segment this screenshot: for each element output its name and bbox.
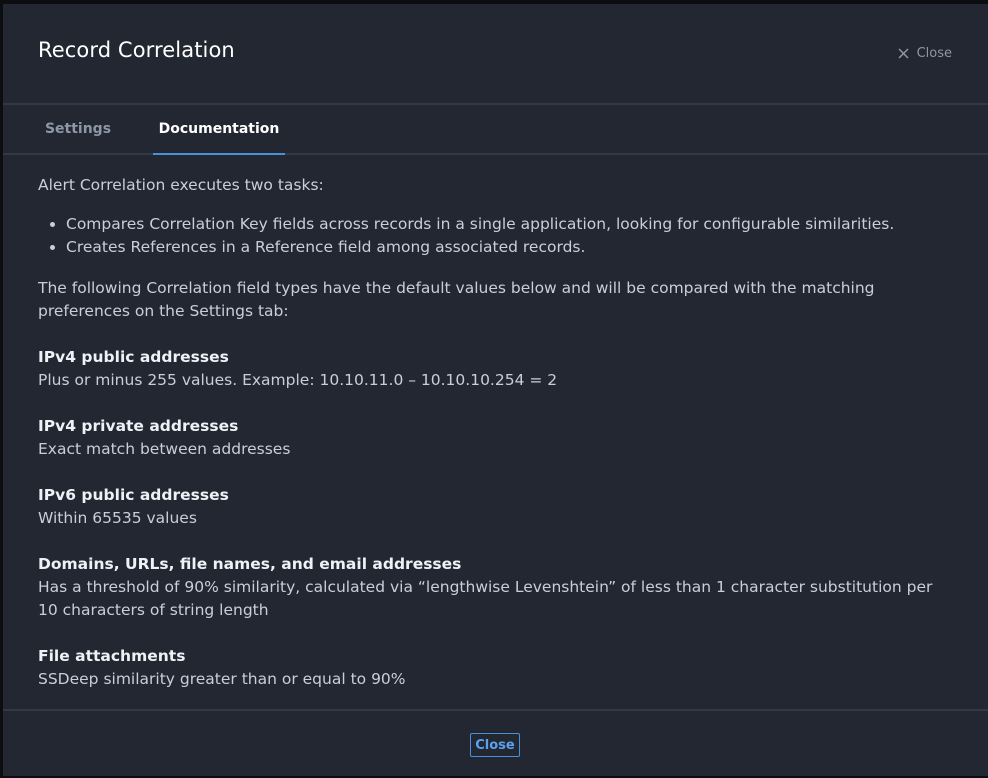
section-ipv4-private: IPv4 private addresses Exact match betwe…: [38, 415, 948, 461]
header-close-label: Close: [916, 46, 952, 61]
section-title: IPv4 public addresses: [38, 348, 229, 366]
section-text: Has a threshold of 90% similarity, calcu…: [38, 578, 933, 619]
section-ipv6-public: IPv6 public addresses Within 65535 value…: [38, 484, 948, 530]
task-list: Compares Correlation Key fields across r…: [38, 213, 948, 259]
modal-footer: Close: [3, 709, 988, 778]
list-item: Creates References in a Reference field …: [66, 236, 948, 259]
section-text: Within 65535 values: [38, 509, 197, 527]
section-text: Exact match between addresses: [38, 440, 291, 458]
modal-header: Record Correlation Close: [3, 4, 988, 105]
section-ipv4-public: IPv4 public addresses Plus or minus 255 …: [38, 346, 948, 392]
intro-text: Alert Correlation executes two tasks:: [38, 176, 324, 194]
tab-bar: Settings Documentation: [3, 105, 988, 155]
tab-settings[interactable]: Settings: [37, 105, 119, 153]
documentation-content: Alert Correlation executes two tasks: Co…: [38, 174, 948, 714]
header-close-button[interactable]: Close: [898, 46, 952, 61]
section-domains: Domains, URLs, file names, and email add…: [38, 553, 948, 622]
tab-documentation[interactable]: Documentation: [153, 105, 285, 155]
section-title: IPv6 public addresses: [38, 486, 229, 504]
section-title: File attachments: [38, 647, 186, 665]
modal-title: Record Correlation: [38, 38, 235, 62]
section-title: Domains, URLs, file names, and email add…: [38, 555, 462, 573]
section-file-attachments: File attachments SSDeep similarity great…: [38, 645, 948, 691]
section-text: SSDeep similarity greater than or equal …: [38, 670, 406, 688]
description-paragraph: The following Correlation field types ha…: [38, 279, 875, 320]
close-icon: [898, 48, 909, 59]
section-text: Plus or minus 255 values. Example: 10.10…: [38, 371, 558, 389]
list-item: Compares Correlation Key fields across r…: [66, 213, 948, 236]
close-button[interactable]: Close: [470, 733, 520, 757]
section-title: IPv4 private addresses: [38, 417, 239, 435]
record-correlation-modal: Record Correlation Close Settings Docume…: [3, 4, 988, 776]
